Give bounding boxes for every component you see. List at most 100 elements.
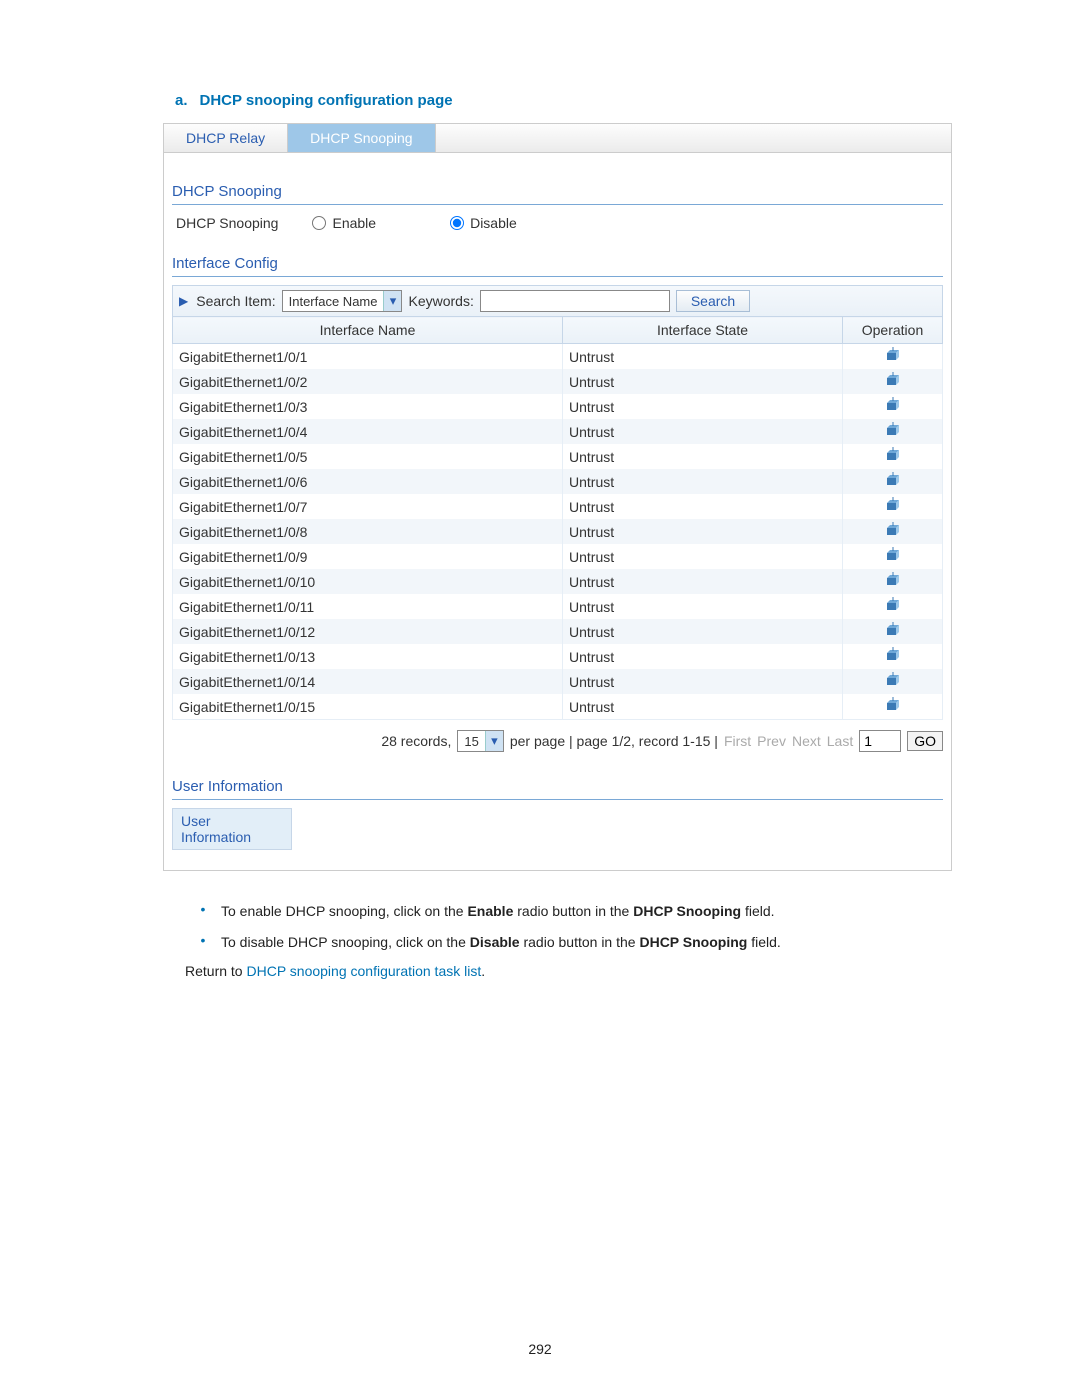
cell-interface-name: GigabitEthernet1/0/1: [173, 344, 563, 370]
user-info-button[interactable]: User Information: [172, 808, 292, 850]
section-title-dhcp-snooping: DHCP Snooping: [172, 183, 943, 205]
per-page-select[interactable]: 15 ▾: [457, 730, 503, 752]
edit-icon[interactable]: [885, 522, 901, 541]
pager-next[interactable]: Next: [792, 733, 821, 749]
chevron-down-icon: ▾: [383, 291, 401, 311]
table-row: GigabitEthernet1/0/9Untrust: [173, 544, 943, 569]
keywords-label: Keywords:: [408, 293, 473, 309]
cell-interface-name: GigabitEthernet1/0/2: [173, 369, 563, 394]
records-text: 28 records,: [381, 733, 451, 749]
section-title-interface-config: Interface Config: [172, 255, 943, 277]
table-row: GigabitEthernet1/0/8Untrust: [173, 519, 943, 544]
doc-notes: • To enable DHCP snooping, click on the …: [185, 901, 940, 979]
radio-disable-label: Disable: [470, 215, 517, 231]
tabs: DHCP Relay DHCP Snooping: [164, 124, 951, 153]
edit-icon[interactable]: [885, 497, 901, 516]
page-number: 292: [0, 1341, 1080, 1357]
table-row: GigabitEthernet1/0/6Untrust: [173, 469, 943, 494]
chevron-down-icon: ▾: [485, 731, 503, 751]
table-row: GigabitEthernet1/0/13Untrust: [173, 644, 943, 669]
cell-interface-state: Untrust: [563, 369, 843, 394]
table-row: GigabitEthernet1/0/14Untrust: [173, 669, 943, 694]
search-item-label: Search Item:: [196, 293, 275, 309]
cell-interface-name: GigabitEthernet1/0/7: [173, 494, 563, 519]
radio-disable[interactable]: [450, 216, 464, 230]
cell-interface-name: GigabitEthernet1/0/9: [173, 544, 563, 569]
edit-icon[interactable]: [885, 697, 901, 716]
note-disable: To disable DHCP snooping, click on the D…: [221, 932, 781, 953]
table-row: GigabitEthernet1/0/11Untrust: [173, 594, 943, 619]
cell-interface-state: Untrust: [563, 644, 843, 669]
screenshot-panel: DHCP Relay DHCP Snooping DHCP Snooping D…: [163, 123, 952, 871]
tab-dhcp-relay[interactable]: DHCP Relay: [164, 124, 288, 152]
edit-icon[interactable]: [885, 672, 901, 691]
edit-icon[interactable]: [885, 597, 901, 616]
col-interface-name: Interface Name: [173, 317, 563, 344]
cell-interface-name: GigabitEthernet1/0/4: [173, 419, 563, 444]
cell-interface-name: GigabitEthernet1/0/12: [173, 619, 563, 644]
table-row: GigabitEthernet1/0/15Untrust: [173, 694, 943, 720]
cell-interface-state: Untrust: [563, 394, 843, 419]
col-interface-state: Interface State: [563, 317, 843, 344]
table-row: GigabitEthernet1/0/7Untrust: [173, 494, 943, 519]
section-title-user-info: User Information: [172, 778, 943, 800]
edit-icon[interactable]: [885, 472, 901, 491]
cell-interface-state: Untrust: [563, 544, 843, 569]
edit-icon[interactable]: [885, 622, 901, 641]
table-row: GigabitEthernet1/0/5Untrust: [173, 444, 943, 469]
cell-interface-name: GigabitEthernet1/0/5: [173, 444, 563, 469]
note-enable: To enable DHCP snooping, click on the En…: [221, 901, 775, 922]
radio-enable[interactable]: [312, 216, 326, 230]
search-item-select[interactable]: Interface Name ▾: [282, 290, 403, 312]
cell-interface-state: Untrust: [563, 494, 843, 519]
pager-last[interactable]: Last: [827, 733, 853, 749]
cell-interface-state: Untrust: [563, 594, 843, 619]
edit-icon[interactable]: [885, 547, 901, 566]
radio-enable-label: Enable: [332, 215, 376, 231]
pager-prev[interactable]: Prev: [757, 733, 786, 749]
cell-interface-name: GigabitEthernet1/0/6: [173, 469, 563, 494]
figure-caption: a.DHCP snooping configuration page: [175, 92, 940, 109]
cell-interface-name: GigabitEthernet1/0/10: [173, 569, 563, 594]
cell-interface-state: Untrust: [563, 669, 843, 694]
interface-table: Interface Name Interface State Operation…: [172, 316, 943, 720]
cell-interface-name: GigabitEthernet1/0/14: [173, 669, 563, 694]
edit-icon[interactable]: [885, 372, 901, 391]
tab-dhcp-snooping[interactable]: DHCP Snooping: [288, 124, 435, 152]
table-row: GigabitEthernet1/0/3Untrust: [173, 394, 943, 419]
table-row: GigabitEthernet1/0/4Untrust: [173, 419, 943, 444]
page-input[interactable]: [859, 730, 901, 752]
bullet-icon: •: [185, 932, 221, 948]
go-button[interactable]: GO: [907, 731, 943, 751]
edit-icon[interactable]: [885, 397, 901, 416]
edit-icon[interactable]: [885, 447, 901, 466]
edit-icon[interactable]: [885, 572, 901, 591]
keywords-input[interactable]: [480, 290, 670, 312]
cell-interface-state: Untrust: [563, 469, 843, 494]
cell-interface-state: Untrust: [563, 569, 843, 594]
page-info: per page | page 1/2, record 1-15 |: [510, 733, 718, 749]
cell-interface-state: Untrust: [563, 519, 843, 544]
cell-interface-state: Untrust: [563, 619, 843, 644]
cell-interface-state: Untrust: [563, 444, 843, 469]
cell-interface-state: Untrust: [563, 344, 843, 370]
cell-interface-state: Untrust: [563, 694, 843, 720]
edit-icon[interactable]: [885, 647, 901, 666]
edit-icon[interactable]: [885, 347, 901, 366]
search-bar: ▶ Search Item: Interface Name ▾ Keywords…: [172, 285, 943, 317]
pager: 28 records, 15 ▾ per page | page 1/2, re…: [172, 730, 943, 752]
cell-interface-name: GigabitEthernet1/0/3: [173, 394, 563, 419]
table-row: GigabitEthernet1/0/2Untrust: [173, 369, 943, 394]
search-button[interactable]: Search: [676, 290, 750, 312]
pager-first[interactable]: First: [724, 733, 751, 749]
table-row: GigabitEthernet1/0/12Untrust: [173, 619, 943, 644]
edit-icon[interactable]: [885, 422, 901, 441]
table-row: GigabitEthernet1/0/10Untrust: [173, 569, 943, 594]
bullet-icon: •: [185, 901, 221, 917]
cell-interface-name: GigabitEthernet1/0/15: [173, 694, 563, 720]
task-list-link[interactable]: DHCP snooping configuration task list: [246, 963, 481, 979]
cell-interface-name: GigabitEthernet1/0/13: [173, 644, 563, 669]
triangle-icon: ▶: [179, 294, 188, 308]
return-line: Return to DHCP snooping configuration ta…: [185, 963, 940, 979]
col-operation: Operation: [843, 317, 943, 344]
